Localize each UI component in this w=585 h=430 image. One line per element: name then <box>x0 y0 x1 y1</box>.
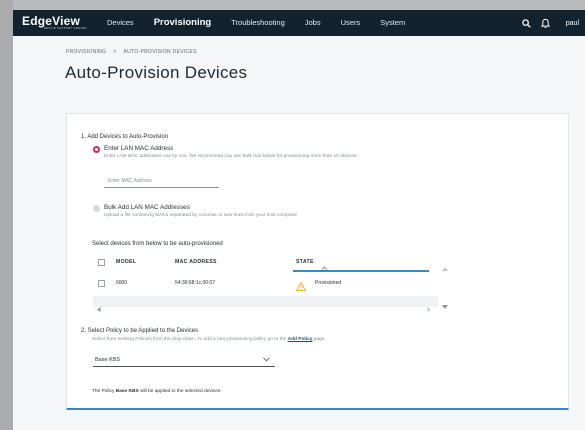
logo-subtitle: DEVICE SUPPORT CENTER <box>44 27 87 31</box>
app-window: EdgeView DEVICE SUPPORT CENTER Devices P… <box>13 10 585 430</box>
policy-dropdown-value: Base KBS <box>95 357 121 363</box>
table-row[interactable]: 6000 54:39:68:1c:00:07 Provisioned <box>93 277 433 291</box>
nav-item-devices[interactable]: Devices <box>107 10 134 36</box>
warning-icon <box>295 278 307 296</box>
logo-text: EdgeView <box>22 14 81 29</box>
row-checkbox[interactable] <box>98 280 105 287</box>
nav-item-provisioning[interactable]: Provisioning <box>154 10 212 36</box>
radio-enter-mac[interactable] <box>93 146 100 153</box>
cell-state: Provisioned <box>315 280 342 286</box>
horizontal-scrollbar[interactable] <box>93 296 438 312</box>
nav-item-jobs[interactable]: Jobs <box>305 10 321 36</box>
policy-note-end: will be applied to the selected devices. <box>140 389 222 394</box>
option-bulk-add-description: Upload a file containing MACs separated … <box>104 213 299 218</box>
table-label: Select devices from below to be auto-pro… <box>92 241 223 247</box>
table-header: MODEL MAC ADDRESS STATE <box>93 254 433 272</box>
top-navigation-bar: EdgeView DEVICE SUPPORT CENTER Devices P… <box>13 10 585 36</box>
mac-address-input[interactable] <box>104 174 219 188</box>
section-1-label: 1. Add Devices to Auto-Provision <box>81 134 169 140</box>
page-title: Auto-Provision Devices <box>65 63 248 82</box>
select-all-checkbox[interactable] <box>98 259 105 266</box>
policy-dropdown[interactable]: Base KBS <box>93 354 275 367</box>
scroll-right-icon[interactable] <box>427 299 431 317</box>
section-2-label: 2. Select Policy to be Applied to the De… <box>81 328 199 334</box>
column-header-mac-address[interactable]: MAC ADDRESS <box>175 259 217 265</box>
radio-bulk-add[interactable] <box>93 205 100 212</box>
option-enter-mac-title[interactable]: Enter LAN MAC Address <box>104 145 173 152</box>
policy-note-start: The Policy <box>92 389 115 394</box>
state-column-active-underline <box>293 270 429 272</box>
vertical-scrollbar[interactable] <box>440 254 450 309</box>
column-header-model[interactable]: MODEL <box>116 259 136 265</box>
column-header-state[interactable]: STATE <box>296 259 314 265</box>
provision-card: 1. Add Devices to Auto-Provision Enter L… <box>66 113 569 410</box>
bell-icon[interactable] <box>540 18 550 28</box>
breadcrumb-separator: > <box>113 49 117 55</box>
section-2-description-end: page. <box>313 337 326 342</box>
chevron-down-icon[interactable] <box>263 357 270 364</box>
nav-items: Devices Provisioning Troubleshooting Job… <box>99 10 425 36</box>
option-enter-mac-description: Enter LAN MAC addresses one by one. We r… <box>104 154 358 159</box>
policy-note-name: Base KBS <box>115 389 139 394</box>
edgeview-logo[interactable]: EdgeView DEVICE SUPPORT CENTER <box>13 15 99 31</box>
user-menu[interactable]: paul <box>566 20 579 27</box>
left-edge-strip <box>0 0 13 430</box>
nav-item-users[interactable]: Users <box>341 10 361 36</box>
breadcrumb-parent[interactable]: PROVISIONING <box>66 49 106 55</box>
section-2-description: Select from existing Policies from the d… <box>92 337 326 342</box>
search-icon[interactable] <box>522 18 531 28</box>
sort-ascending-icon[interactable] <box>321 258 328 276</box>
cell-model: 6000 <box>116 280 128 286</box>
nav-item-system[interactable]: System <box>380 10 405 36</box>
nav-item-troubleshooting[interactable]: Troubleshooting <box>231 10 285 36</box>
add-policy-link[interactable]: Add Policy <box>288 337 313 342</box>
scroll-down-icon[interactable] <box>442 296 448 314</box>
breadcrumb-current: AUTO-PROVISION DEVICES <box>123 49 197 55</box>
breadcrumb: PROVISIONING > AUTO-PROVISION DEVICES <box>66 49 197 55</box>
scroll-up-icon[interactable] <box>442 258 448 276</box>
section-2-description-text: Select from existing Policies from the d… <box>92 337 287 342</box>
cell-mac-address: 54:39:68:1c:00:07 <box>175 280 216 286</box>
policy-apply-note: The Policy Base KBS will be applied to t… <box>92 389 222 394</box>
nav-right-tools: paul <box>522 18 585 28</box>
option-bulk-add-title[interactable]: Bulk Add LAN MAC Addresses <box>104 204 190 211</box>
scroll-left-icon[interactable] <box>97 299 101 317</box>
